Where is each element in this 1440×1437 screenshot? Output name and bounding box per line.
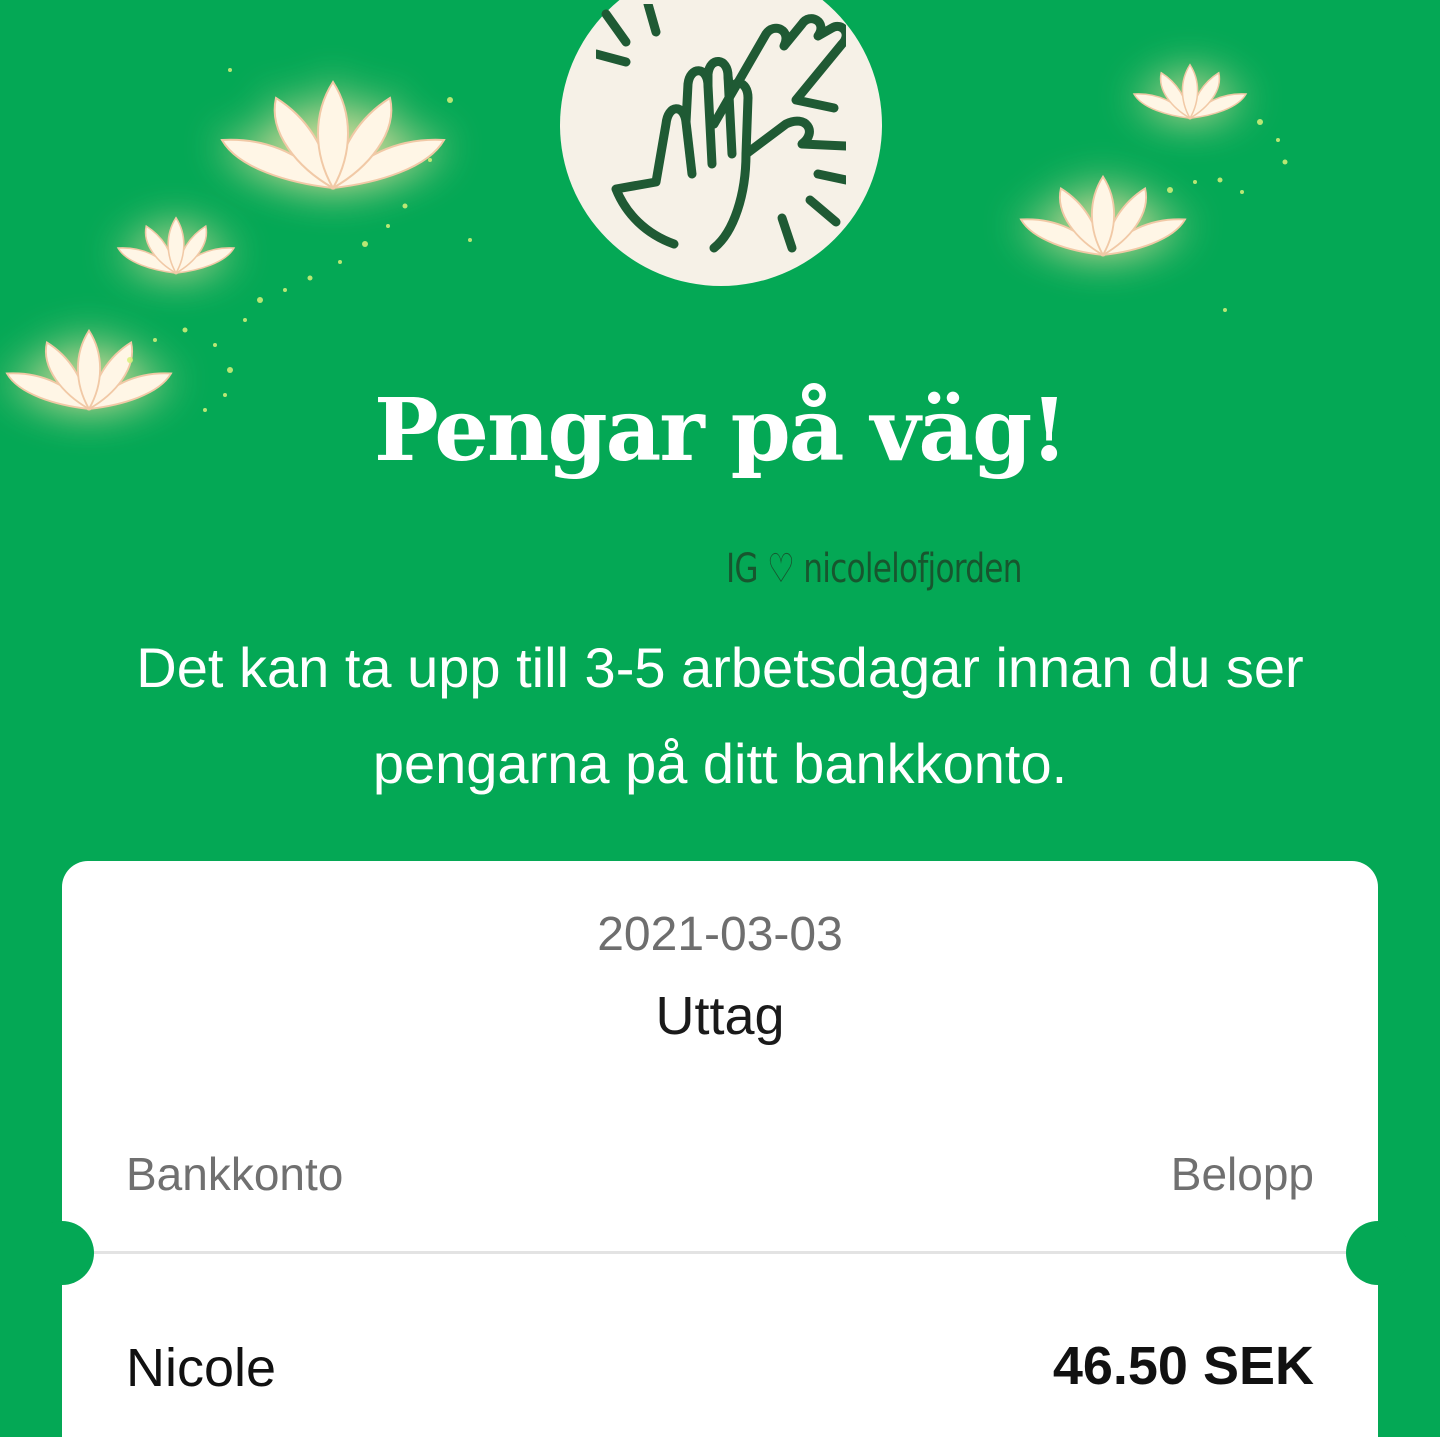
- info-message: Det kan ta upp till 3-5 arbetsdagar inna…: [136, 636, 1304, 795]
- transaction-date: 2021-03-03: [597, 908, 843, 961]
- column-header-account: Bankkonto: [126, 1148, 344, 1200]
- ticket-notch-left: [30, 1221, 94, 1285]
- watermark-text: IG ♡ nicolelofjorden: [726, 546, 1022, 592]
- receipt-card: 2021-03-03 Uttag Bankkonto Belopp Nicole…: [62, 861, 1378, 1437]
- sparkle-trail-icon: [228, 68, 472, 322]
- success-badge: [560, 0, 882, 286]
- page-title: Pengar på väg!: [373, 380, 1068, 481]
- withdrawal-amount: 46.50 SEK: [1052, 1336, 1314, 1396]
- column-header-amount: Belopp: [1170, 1148, 1314, 1200]
- confirmation-screen: Pengar på väg! IG ♡ nicolelofjorden Det …: [0, 0, 1440, 1437]
- bank-account-name: Nicole: [126, 1338, 277, 1398]
- receipt-divider: [62, 1251, 1378, 1254]
- transaction-type: Uttag: [655, 986, 785, 1046]
- high-five-icon: [596, 4, 846, 253]
- sparkle-trail-icon: [1167, 119, 1288, 312]
- ticket-notch-right: [1346, 1221, 1410, 1285]
